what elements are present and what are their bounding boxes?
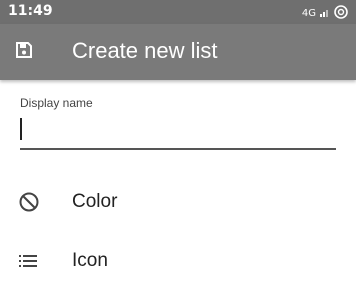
save-icon xyxy=(15,41,33,64)
display-name-input[interactable] xyxy=(20,112,338,144)
block-icon xyxy=(18,191,40,213)
display-name-label: Display name xyxy=(20,96,93,110)
page-title: Create new list xyxy=(72,38,218,63)
display-name-field[interactable] xyxy=(20,112,338,150)
status-time: 11:49 xyxy=(8,3,53,19)
color-option-label: Color xyxy=(72,191,118,212)
text-caret xyxy=(20,118,22,140)
icon-option-label: Icon xyxy=(72,250,108,271)
network-type: 4G xyxy=(301,8,316,19)
save-button[interactable] xyxy=(10,38,38,66)
status-icons: 4G xyxy=(302,5,348,22)
signal-icon xyxy=(320,7,330,20)
icon-option[interactable]: Icon xyxy=(0,233,356,289)
sync-icon xyxy=(334,5,348,22)
color-option[interactable]: Color xyxy=(0,174,356,230)
app-bar: Create new list xyxy=(0,24,356,80)
status-bar: 11:49 4G xyxy=(0,0,356,24)
list-icon xyxy=(18,250,40,272)
